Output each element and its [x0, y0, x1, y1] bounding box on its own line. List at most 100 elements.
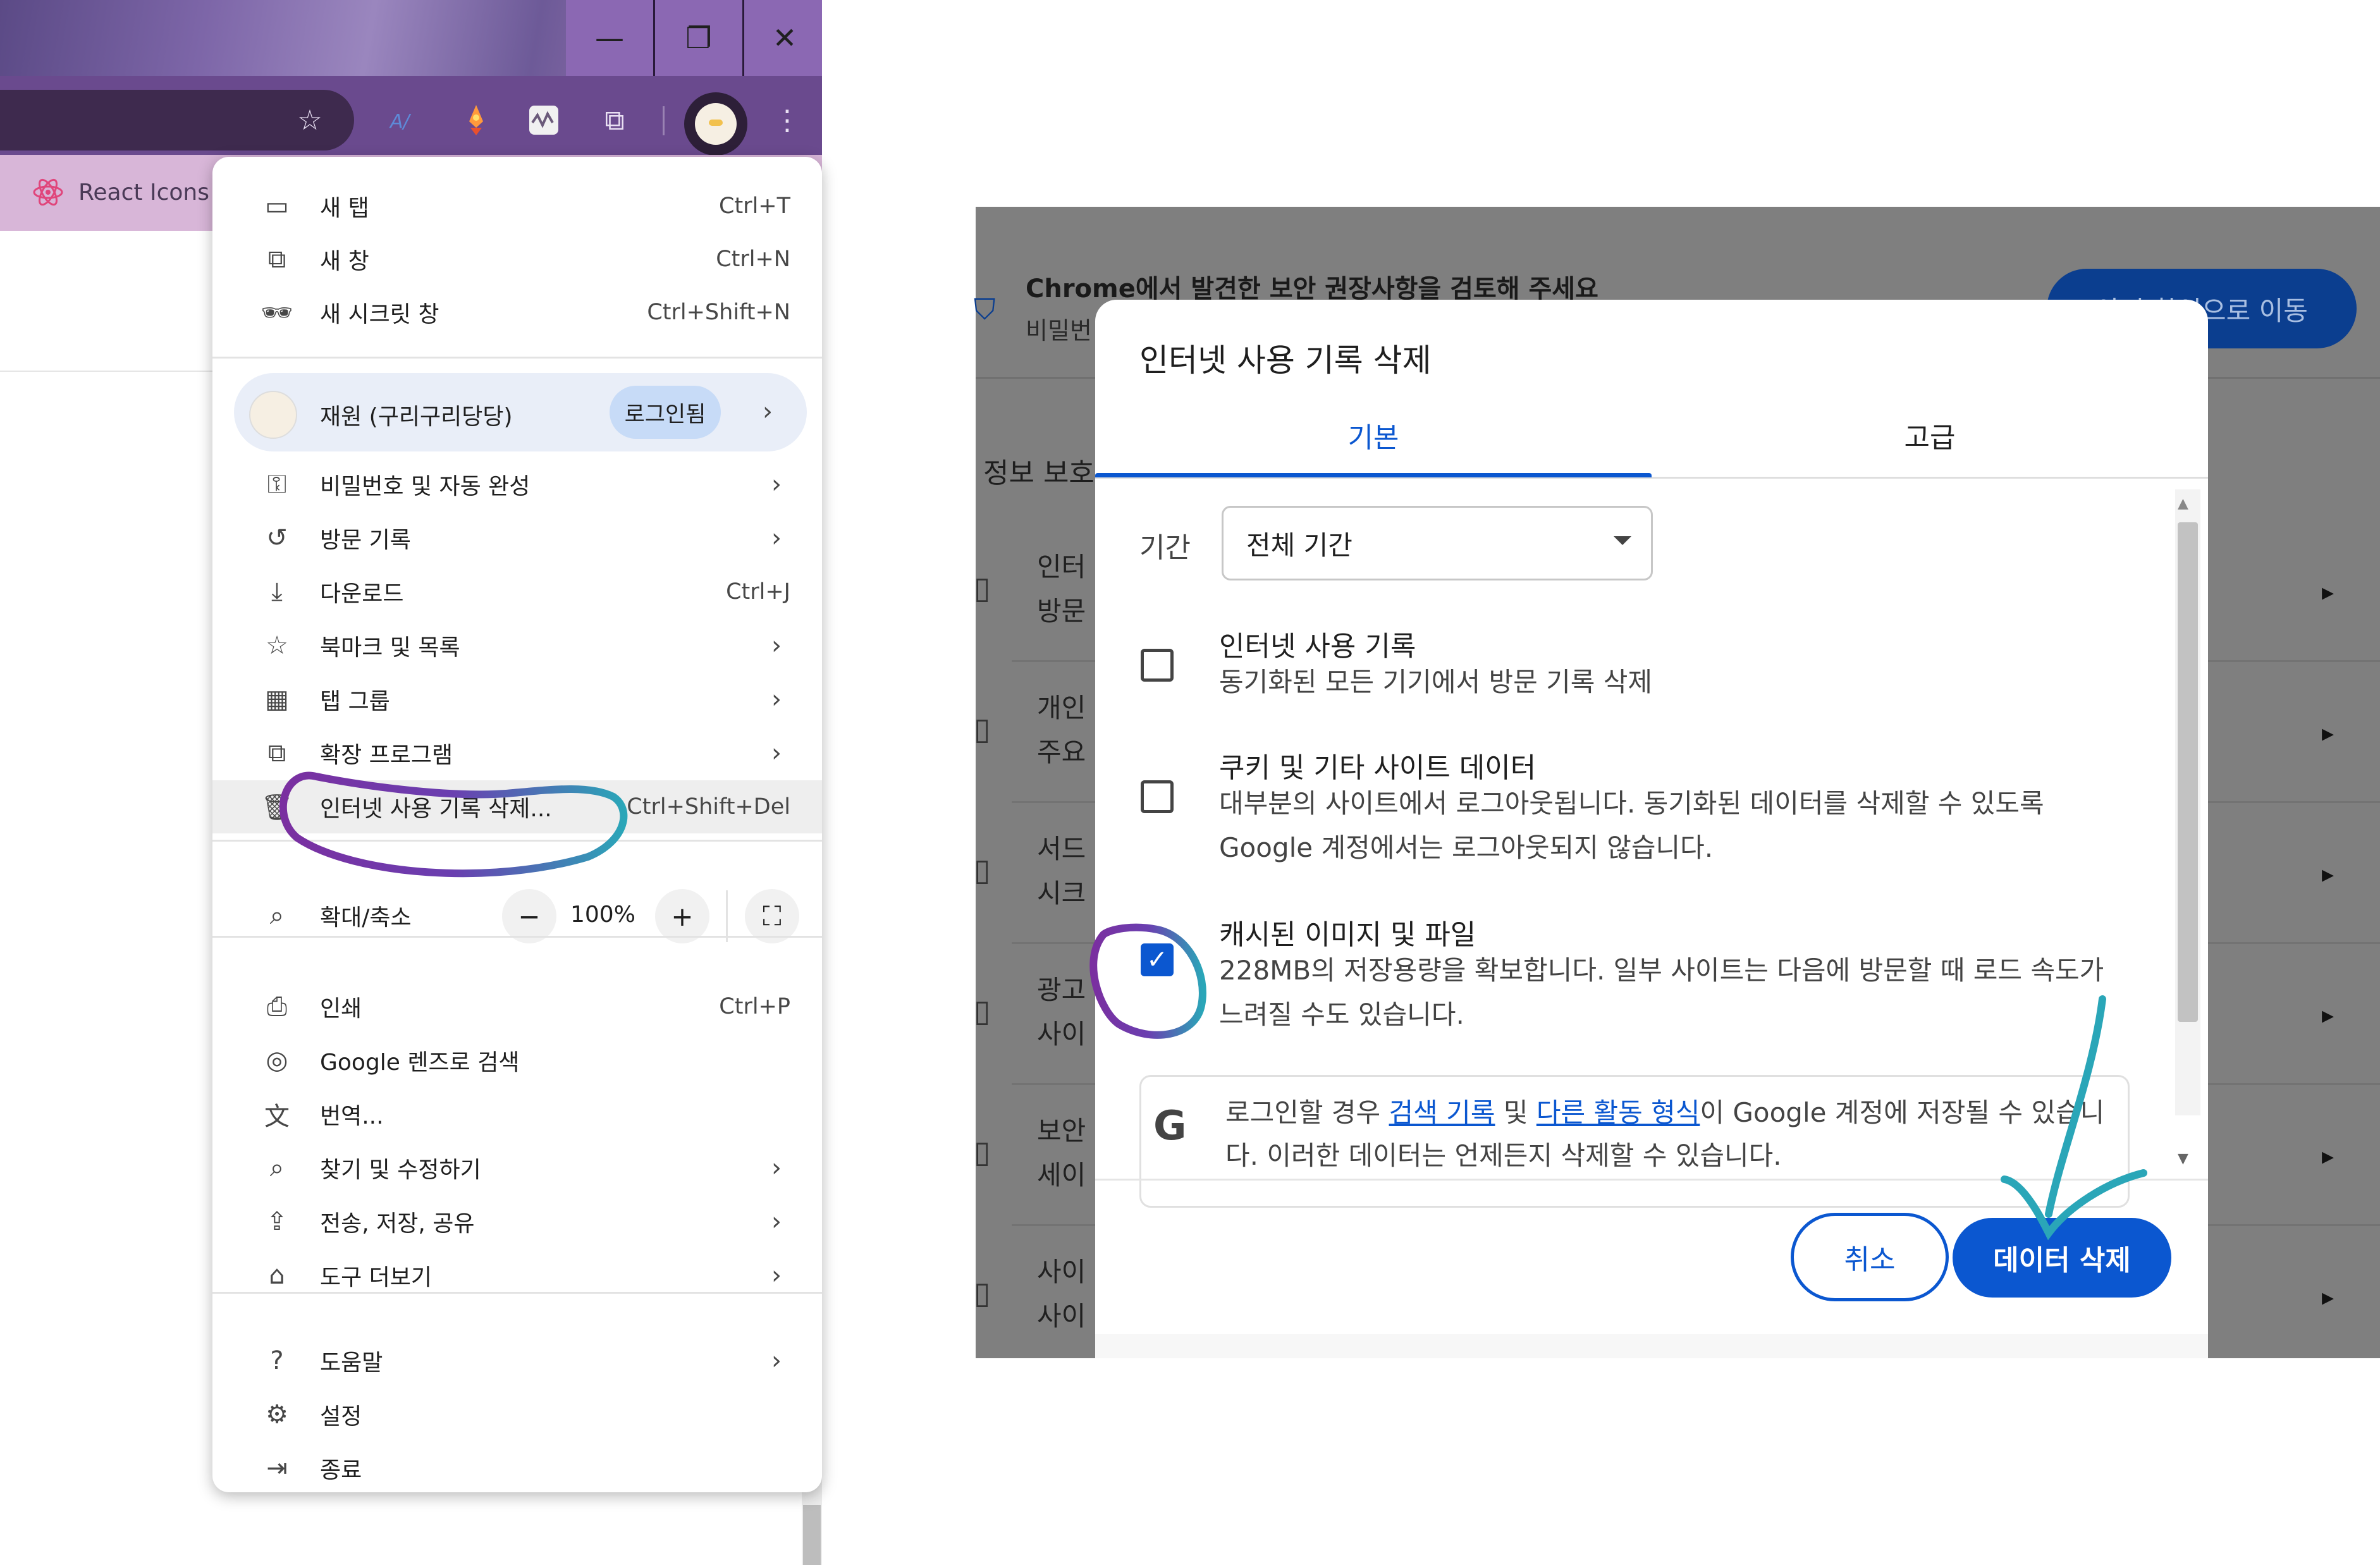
- privacy-section-heading: 정보 보호: [983, 457, 1095, 489]
- cookies-checkbox[interactable]: [1141, 780, 1174, 813]
- cookies-option-desc: 대부분의 사이트에서 로그아웃됩니다. 동기화된 데이터를 삭제할 수 있도록 …: [1219, 788, 2044, 863]
- chevron-right-icon[interactable]: ▸: [2322, 1001, 2334, 1029]
- info-text-prefix: 로그인할 경우: [1225, 1097, 1389, 1128]
- tab-basic[interactable]: 기본: [1095, 415, 1652, 463]
- menu-item[interactable]: 🗑 인터넷 사용 기록 삭제... Ctrl+Shift+Del: [212, 780, 822, 833]
- settings-row-text[interactable]: 광고사이: [1037, 968, 1086, 1057]
- menu-separator: [212, 840, 822, 842]
- menu-item-label: 새 시크릿 창: [320, 302, 439, 328]
- checkmark-icon: ✓: [1146, 945, 1168, 974]
- search-history-link[interactable]: 검색 기록: [1389, 1097, 1495, 1128]
- chevron-right-icon[interactable]: ▸: [2322, 578, 2334, 606]
- cache-checkbox[interactable]: ✓: [1141, 943, 1174, 976]
- sliders-icon: ▯: [974, 1275, 991, 1311]
- chevron-right-icon[interactable]: ▸: [2322, 1283, 2334, 1311]
- zoom-divider: [726, 890, 728, 942]
- chrome-menu-icon[interactable]: ⋮: [762, 95, 813, 145]
- signed-in-chip: 로그인됨: [610, 386, 721, 439]
- chrome-menu: ▭ 새 탭 Ctrl+T ⧉ 새 창 Ctrl+N 🕶 새 시크릿 창 Ctrl+Shift+N…: [212, 157, 822, 1492]
- menu-item[interactable]: ⇥ 종료: [212, 1442, 822, 1495]
- profile-avatar-button[interactable]: [684, 92, 747, 156]
- zoom-magnifier-icon: ⌕: [269, 901, 285, 930]
- extensions-puzzle-icon[interactable]: ⧉: [589, 95, 640, 145]
- settings-row-text[interactable]: 보안 세이: [1037, 1109, 1086, 1198]
- chevron-right-icon[interactable]: ▸: [2322, 1142, 2334, 1170]
- menu-item[interactable]: ? 도움말 ›: [212, 1334, 822, 1387]
- menu-item-label: 찾기 및 수정하기: [320, 1157, 481, 1183]
- minimize-button[interactable]: —: [566, 0, 653, 76]
- chevron-right-icon[interactable]: ▸: [2322, 860, 2334, 888]
- settings-row-text[interactable]: 서드 시크: [1037, 827, 1086, 916]
- cancel-button[interactable]: 취소: [1791, 1213, 1949, 1301]
- zoom-value: 100%: [570, 902, 635, 928]
- settings-row-title: 개인: [1037, 692, 1086, 723]
- menu-item[interactable]: 🕶 새 시크릿 창 Ctrl+Shift+N: [212, 286, 822, 339]
- time-range-select[interactable]: 전체 기간: [1222, 506, 1653, 580]
- tab-groups-icon: ▦: [265, 685, 289, 714]
- settings-row-text[interactable]: 개인주요: [1037, 686, 1086, 775]
- delete-data-button[interactable]: 데이터 삭제: [1953, 1218, 2171, 1298]
- tab-advanced[interactable]: 고급: [1652, 415, 2208, 463]
- menu-item[interactable]: ☆ 북마크 및 목록 ›: [212, 619, 822, 672]
- shield-icon: ⛉: [974, 292, 996, 326]
- cookies-option-title: 쿠키 및 기타 사이트 데이터: [1219, 752, 1537, 784]
- settings-row-title: 광고: [1037, 974, 1086, 1005]
- menu-item[interactable]: ▭ 새 탭 Ctrl+T: [212, 180, 822, 233]
- extension-rocket-icon[interactable]: [451, 95, 501, 145]
- menu-item-label: 종료: [320, 1458, 362, 1483]
- lock-icon: ▯: [974, 711, 991, 747]
- chevron-right-icon[interactable]: ▸: [2322, 719, 2334, 747]
- menu-item[interactable]: ⧉ 새 창 Ctrl+N: [212, 233, 822, 286]
- chevron-right-icon: ›: [771, 470, 782, 499]
- google-logo-icon: G: [1153, 1103, 1187, 1150]
- settings-row-subtitle: 사이: [1037, 1301, 1086, 1332]
- settings-row-subtitle: 사이: [1037, 1019, 1086, 1050]
- extension-icon: ⧉: [267, 739, 286, 768]
- menu-item-label: 확장 프로그램: [320, 742, 453, 768]
- menu-item[interactable]: ↺ 방문 기록 ›: [212, 512, 822, 565]
- time-range-label: 기간: [1139, 532, 1191, 564]
- menu-item[interactable]: ⌕ 찾기 및 수정하기 ›: [212, 1141, 822, 1194]
- more-tools-icon: ⌂: [269, 1261, 285, 1290]
- scroll-down-arrow-icon[interactable]: ▼: [2178, 1151, 2188, 1167]
- react-atom-icon: [33, 178, 63, 206]
- bookmark-react-icons[interactable]: React Icons: [32, 172, 209, 212]
- incognito-icon: 🕶: [261, 298, 293, 328]
- active-tab-indicator: [1095, 473, 1652, 477]
- info-text: 로그인할 경우 검색 기록 및 다른 활동 형식이 Google 계정에 저장될…: [1225, 1091, 2111, 1177]
- menu-item[interactable]: ⇪ 전송, 저장, 공유 ›: [212, 1195, 822, 1248]
- chevron-right-icon: ›: [771, 631, 782, 660]
- history-option-title: 인터넷 사용 기록: [1219, 630, 1416, 663]
- menu-item[interactable]: ▦ 탭 그룹 ›: [212, 673, 822, 726]
- menu-item[interactable]: ⚙ 설정: [212, 1388, 822, 1441]
- svg-text:A/: A/: [389, 111, 412, 133]
- menu-item[interactable]: ⎙ 인쇄 Ctrl+P: [212, 980, 822, 1033]
- settings-row-text[interactable]: 인터 방문: [1037, 545, 1086, 634]
- extension-wave-icon[interactable]: [518, 95, 569, 145]
- menu-separator: [212, 936, 822, 938]
- menu-item[interactable]: ⌂ 도구 더보기 ›: [212, 1249, 822, 1302]
- close-window-button[interactable]: ✕: [741, 0, 828, 76]
- menu-item-label: 북마크 및 목록: [320, 635, 460, 661]
- key-icon: ⚿: [267, 470, 287, 499]
- history-checkbox[interactable]: [1141, 649, 1174, 682]
- settings-row-subtitle: 주요: [1037, 737, 1086, 768]
- menu-item[interactable]: 文 번역...: [212, 1088, 822, 1141]
- scroll-up-arrow-icon[interactable]: ▲: [2178, 496, 2188, 512]
- menu-item[interactable]: ◎ Google 렌즈로 검색: [212, 1034, 822, 1087]
- avatar: [695, 103, 737, 145]
- extension-translator-icon[interactable]: A/: [381, 95, 432, 145]
- other-activity-link[interactable]: 다른 활동 형식: [1537, 1097, 1700, 1128]
- menu-item[interactable]: ⤓ 다운로드 Ctrl+J: [212, 565, 822, 618]
- menu-item-label: 인터넷 사용 기록 삭제...: [320, 796, 552, 822]
- settings-row-text[interactable]: 사이 사이: [1037, 1250, 1086, 1339]
- menu-item[interactable]: ⧉ 확장 프로그램 ›: [212, 727, 822, 780]
- restore-button[interactable]: ❐: [653, 0, 744, 76]
- page-scrollbar-thumb[interactable]: [803, 1505, 821, 1565]
- page-divider: [0, 371, 215, 372]
- dialog-scrollbar-thumb[interactable]: [2178, 522, 2198, 1022]
- menu-item-shortcut: Ctrl+P: [719, 994, 790, 1019]
- menu-item[interactable]: ⚿ 비밀번호 및 자동 완성 ›: [212, 458, 822, 511]
- bookmark-star-icon[interactable]: ☆: [285, 95, 335, 145]
- chevron-right-icon: ›: [771, 524, 782, 553]
